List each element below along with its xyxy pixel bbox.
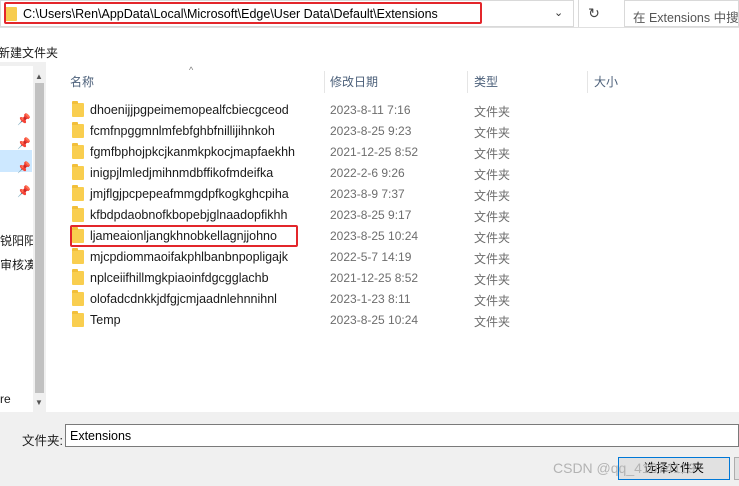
chevron-down-icon[interactable]: ⌄ bbox=[554, 6, 563, 19]
nav-item[interactable]: 审核凑 bbox=[0, 256, 36, 273]
column-name[interactable]: 名称 bbox=[70, 73, 94, 90]
address-highlight-box bbox=[4, 2, 482, 24]
file-name: olofadcdnkkjdfgjcmjaadnlehnnihnl bbox=[90, 292, 277, 306]
file-type: 文件夹 bbox=[474, 105, 511, 119]
column-modified[interactable]: 修改日期 bbox=[330, 73, 378, 90]
file-highlight-box bbox=[70, 225, 298, 247]
folder-icon bbox=[72, 269, 84, 285]
file-modified: 2023-8-25 10:24 bbox=[330, 313, 419, 327]
folder-icon bbox=[72, 290, 84, 306]
file-type: 文件夹 bbox=[474, 294, 511, 308]
file-modified: 2021-12-25 8:52 bbox=[330, 271, 419, 285]
folder-field-label: 文件夹: bbox=[22, 434, 63, 448]
file-name: jmjflgjpcpepeafmmgdpfkogkghcpiha bbox=[90, 187, 289, 201]
pin-icon: 📌 bbox=[17, 138, 31, 150]
column-divider[interactable] bbox=[587, 71, 588, 93]
folder-icon bbox=[72, 122, 84, 138]
address-toolbar: C:\Users\Ren\AppData\Local\Microsoft\Edg… bbox=[0, 0, 739, 28]
column-header-row: ^ 名称 修改日期 类型 大小 bbox=[46, 65, 739, 93]
file-type: 文件夹 bbox=[474, 168, 511, 182]
list-item[interactable]: fcmfnpggmnlmfebfghbfnillijihnkoh 2023-8-… bbox=[46, 120, 739, 141]
list-item[interactable]: ljameaionljangkhnobkellagnjjohno 2023-8-… bbox=[46, 225, 739, 247]
search-input[interactable]: 在 Extensions 中搜索 bbox=[624, 0, 739, 27]
file-name: fgmfbphojpkcjkanmkpkocjmapfaekhh bbox=[90, 145, 295, 159]
list-item[interactable]: fgmfbphojpkcjkanmkpkocjmapfaekhh 2021-12… bbox=[46, 141, 739, 162]
file-modified: 2023-8-25 10:24 bbox=[330, 229, 419, 243]
file-type: 文件夹 bbox=[474, 315, 511, 329]
scrollbar-thumb[interactable] bbox=[35, 83, 44, 393]
file-modified: 2023-8-9 7:37 bbox=[330, 187, 405, 201]
list-item[interactable]: nplceiifhillmgkpiaoinfdgcgglachb 2021-12… bbox=[46, 267, 739, 288]
file-name: inigpjlmledjmihnmdbffikofmdeifka bbox=[90, 166, 274, 180]
folder-icon bbox=[72, 206, 84, 222]
list-item[interactable]: inigpjlmledjmihnmdbffikofmdeifka 2022-2-… bbox=[46, 162, 739, 183]
file-name: nplceiifhillmgkpiaoinfdgcgglachb bbox=[90, 271, 269, 285]
file-modified: 2023-8-25 9:17 bbox=[330, 208, 412, 222]
refresh-icon: ↻ bbox=[588, 5, 600, 21]
list-item[interactable]: olofadcdnkkjdfgjcmjaadnlehnnihnl 2023-1-… bbox=[46, 288, 739, 309]
folder-icon bbox=[72, 164, 84, 180]
file-modified: 2022-5-7 14:19 bbox=[330, 250, 412, 264]
file-modified: 2021-12-25 8:52 bbox=[330, 145, 419, 159]
file-name: Temp bbox=[90, 313, 121, 327]
watermark: CSDN @qq_41074119 bbox=[553, 460, 696, 476]
folder-name-input[interactable]: Extensions bbox=[65, 424, 739, 447]
pin-icon: 📌 bbox=[17, 162, 31, 174]
file-name: mjcpdiommaoifakphlbanbnpopligajk bbox=[90, 250, 289, 264]
new-folder-button[interactable]: 新建文件夹 bbox=[0, 44, 58, 61]
address-bar[interactable]: C:\Users\Ren\AppData\Local\Microsoft\Edg… bbox=[0, 0, 574, 27]
file-name: kfbdpdaobnofkbopebjglnaadopfikhh bbox=[90, 208, 288, 222]
file-modified: 2023-8-11 7:16 bbox=[330, 103, 411, 117]
file-name: dhoenijjpgpeimemopealfcbiecgceod bbox=[90, 103, 289, 117]
list-item[interactable]: dhoenijjpgpeimemopealfcbiecgceod 2023-8-… bbox=[46, 99, 739, 120]
folder-icon bbox=[72, 143, 84, 159]
file-type: 文件夹 bbox=[474, 210, 511, 224]
file-name: fcmfnpggmnlmfebfghbfnillijihnkoh bbox=[90, 124, 275, 138]
nav-item[interactable]: 锐阳阳 bbox=[0, 232, 36, 249]
column-type[interactable]: 类型 bbox=[474, 73, 498, 90]
sort-ascending-icon: ^ bbox=[189, 65, 194, 75]
pin-icon: 📌 bbox=[17, 186, 31, 198]
list-item[interactable]: Temp 2023-8-25 10:24 文件夹 bbox=[46, 309, 739, 330]
scroll-up-icon[interactable]: ▲ bbox=[35, 72, 43, 81]
refresh-button[interactable]: ↻ bbox=[578, 0, 609, 27]
folder-icon bbox=[72, 248, 84, 264]
folder-icon bbox=[72, 185, 84, 201]
file-type: 文件夹 bbox=[474, 252, 511, 266]
cancel-button[interactable] bbox=[734, 457, 739, 480]
file-modified: 2022-2-6 9:26 bbox=[330, 166, 405, 180]
list-item[interactable]: jmjflgjpcpepeafmmgdpfkogkghcpiha 2023-8-… bbox=[46, 183, 739, 204]
file-modified: 2023-8-25 9:23 bbox=[330, 124, 412, 138]
file-type: 文件夹 bbox=[474, 126, 511, 140]
column-divider[interactable] bbox=[324, 71, 325, 93]
file-type: 文件夹 bbox=[474, 231, 511, 245]
scroll-down-icon[interactable]: ▼ bbox=[35, 398, 43, 407]
file-type: 文件夹 bbox=[474, 147, 511, 161]
list-item[interactable]: mjcpdiommaoifakphlbanbnpopligajk 2022-5-… bbox=[46, 246, 739, 267]
list-item[interactable]: kfbdpdaobnofkbopebjglnaadopfikhh 2023-8-… bbox=[46, 204, 739, 225]
file-type: 文件夹 bbox=[474, 273, 511, 287]
folder-icon bbox=[72, 101, 84, 117]
file-type: 文件夹 bbox=[474, 189, 511, 203]
pin-icon: 📌 bbox=[17, 114, 31, 126]
nav-item[interactable]: re bbox=[0, 392, 11, 406]
column-divider[interactable] bbox=[467, 71, 468, 93]
column-size[interactable]: 大小 bbox=[594, 73, 618, 90]
file-modified: 2023-1-23 8:11 bbox=[330, 292, 411, 306]
command-toolbar: 新建文件夹 bbox=[0, 28, 739, 62]
file-list: ^ 名称 修改日期 类型 大小 dhoenijjpgpeimemopealfcb… bbox=[46, 62, 739, 412]
nav-scrollbar[interactable]: ▲ ▼ bbox=[33, 66, 46, 412]
folder-icon bbox=[72, 311, 84, 327]
